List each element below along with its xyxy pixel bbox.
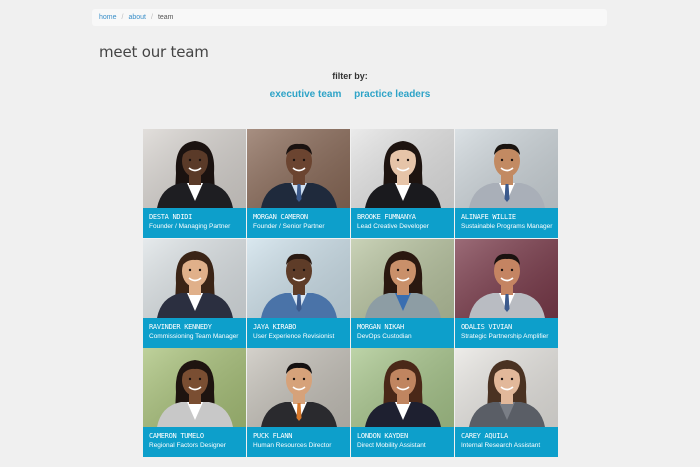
team-member-name: ALINAFE WILLIE bbox=[461, 213, 516, 221]
filter-executive-team[interactable]: executive team bbox=[270, 89, 342, 100]
team-member-photo bbox=[351, 129, 454, 208]
team-grid: DESTA NDIDI Founder / Managing Partner MOR… bbox=[143, 129, 558, 457]
team-member-photo bbox=[455, 348, 558, 427]
team-member-card[interactable]: LONDON KAYDEN Direct Mobility Assistant bbox=[351, 348, 454, 457]
team-member-photo bbox=[351, 348, 454, 427]
team-member-photo bbox=[455, 129, 558, 208]
team-member-name: MORGAN CAMERON bbox=[253, 213, 308, 221]
team-member-caption: BROOKE FUMNANYA Lead Creative Developer bbox=[351, 208, 454, 238]
team-page: home / about / team meet our team filter by:… bbox=[0, 0, 700, 467]
portrait-icon bbox=[143, 129, 246, 208]
portrait-icon bbox=[247, 129, 350, 208]
team-member-card[interactable]: ALINAFE WILLIE Sustainable Programs Manag… bbox=[455, 129, 558, 238]
team-member-caption: ALINAFE WILLIE Sustainable Programs Manag… bbox=[455, 208, 558, 238]
portrait-icon bbox=[351, 348, 454, 427]
team-member-caption: ODALIS VIVIAN Strategic Partnership Ampli… bbox=[455, 317, 558, 348]
team-member-card[interactable]: MORGAN NIKAH DevOps Custodian bbox=[351, 238, 454, 348]
portrait-icon bbox=[351, 129, 454, 208]
portrait-icon bbox=[455, 129, 558, 208]
team-member-card[interactable]: MORGAN CAMERON Founder / Senior Partner bbox=[247, 129, 350, 238]
page-title: meet our team bbox=[99, 43, 209, 61]
team-member-role: Human Resources Director bbox=[253, 442, 332, 449]
breadcrumb: home / about / team bbox=[92, 9, 607, 26]
team-member-name: LONDON KAYDEN bbox=[357, 432, 408, 440]
team-member-role: Lead Creative Developer bbox=[357, 223, 429, 230]
team-member-caption: MORGAN CAMERON Founder / Senior Partner bbox=[247, 208, 350, 238]
team-member-role: User Experience Revisionist bbox=[253, 332, 335, 340]
team-member-photo bbox=[247, 238, 350, 318]
portrait-icon bbox=[143, 348, 246, 427]
portrait-icon bbox=[143, 238, 246, 318]
team-member-role: Strategic Partnership Amplifier bbox=[461, 332, 549, 340]
team-member-caption: LONDON KAYDEN Direct Mobility Assistant bbox=[351, 427, 454, 457]
team-member-card[interactable]: PUCK FLANN Human Resources Director bbox=[247, 348, 350, 457]
team-member-role: Direct Mobility Assistant bbox=[357, 442, 426, 449]
team-member-photo bbox=[143, 238, 246, 318]
team-member-role: DevOps Custodian bbox=[357, 332, 412, 340]
breadcrumb-home-link[interactable]: home bbox=[99, 14, 117, 21]
team-member-caption: MORGAN NIKAH DevOps Custodian bbox=[351, 317, 454, 348]
team-member-caption: PUCK FLANN Human Resources Director bbox=[247, 427, 350, 457]
portrait-icon bbox=[455, 238, 558, 318]
team-member-caption: JAYA KIRABO User Experience Revisionist bbox=[247, 317, 350, 348]
team-member-photo bbox=[143, 129, 246, 208]
team-member-photo bbox=[247, 129, 350, 208]
team-member-caption: CAREY AQUILA Internal Research Assistant bbox=[455, 427, 558, 457]
team-member-card[interactable]: RAVINDER KENNEDY Commissioning Team Manag… bbox=[143, 238, 246, 348]
team-member-card[interactable]: JAYA KIRABO User Experience Revisionist bbox=[247, 238, 350, 348]
breadcrumb-separator: / bbox=[151, 14, 153, 21]
team-member-name: CAMERON TUMELO bbox=[149, 432, 204, 440]
team-member-card[interactable]: ODALIS VIVIAN Strategic Partnership Ampli… bbox=[455, 238, 558, 348]
team-member-card[interactable]: DESTA NDIDI Founder / Managing Partner bbox=[143, 129, 246, 238]
portrait-icon bbox=[351, 238, 454, 318]
team-member-photo bbox=[143, 348, 246, 427]
team-member-card[interactable]: CAMERON TUMELO Regional Factors Designer bbox=[143, 348, 246, 457]
team-member-role: Internal Research Assistant bbox=[461, 442, 541, 449]
breadcrumb-about-link[interactable]: about bbox=[128, 14, 146, 21]
team-member-role: Regional Factors Designer bbox=[149, 442, 226, 449]
team-member-role: Founder / Managing Partner bbox=[149, 223, 231, 230]
team-member-role: Commissioning Team Manager bbox=[149, 332, 239, 340]
team-member-name: DESTA NDIDI bbox=[149, 213, 193, 221]
portrait-icon bbox=[247, 348, 350, 427]
team-member-role: Sustainable Programs Manager bbox=[461, 223, 553, 230]
team-member-card[interactable]: BROOKE FUMNANYA Lead Creative Developer bbox=[351, 129, 454, 238]
team-member-card[interactable]: CAREY AQUILA Internal Research Assistant bbox=[455, 348, 558, 457]
filter-practice-leaders[interactable]: practice leaders bbox=[354, 89, 430, 100]
team-member-caption: RAVINDER KENNEDY Commissioning Team Manag… bbox=[143, 317, 246, 348]
team-member-name: JAYA KIRABO bbox=[253, 322, 297, 331]
team-member-name: ODALIS VIVIAN bbox=[461, 322, 512, 331]
team-member-caption: DESTA NDIDI Founder / Managing Partner bbox=[143, 208, 246, 238]
team-member-caption: CAMERON TUMELO Regional Factors Designer bbox=[143, 427, 246, 457]
team-member-name: MORGAN NIKAH bbox=[357, 322, 404, 331]
filter-links: executive team practice leaders bbox=[0, 89, 700, 100]
team-member-name: PUCK FLANN bbox=[253, 432, 293, 440]
team-member-photo bbox=[247, 348, 350, 427]
breadcrumb-current: team bbox=[157, 14, 174, 21]
team-member-photo bbox=[351, 238, 454, 318]
team-member-name: CAREY AQUILA bbox=[461, 432, 508, 440]
team-member-name: RAVINDER KENNEDY bbox=[149, 322, 212, 331]
team-member-name: BROOKE FUMNANYA bbox=[357, 213, 416, 221]
team-member-role: Founder / Senior Partner bbox=[253, 223, 325, 230]
filter-label: filter by: bbox=[332, 71, 368, 81]
breadcrumb-separator: / bbox=[121, 14, 124, 21]
portrait-icon bbox=[455, 348, 558, 427]
team-member-photo bbox=[455, 238, 558, 318]
portrait-icon bbox=[247, 238, 350, 318]
